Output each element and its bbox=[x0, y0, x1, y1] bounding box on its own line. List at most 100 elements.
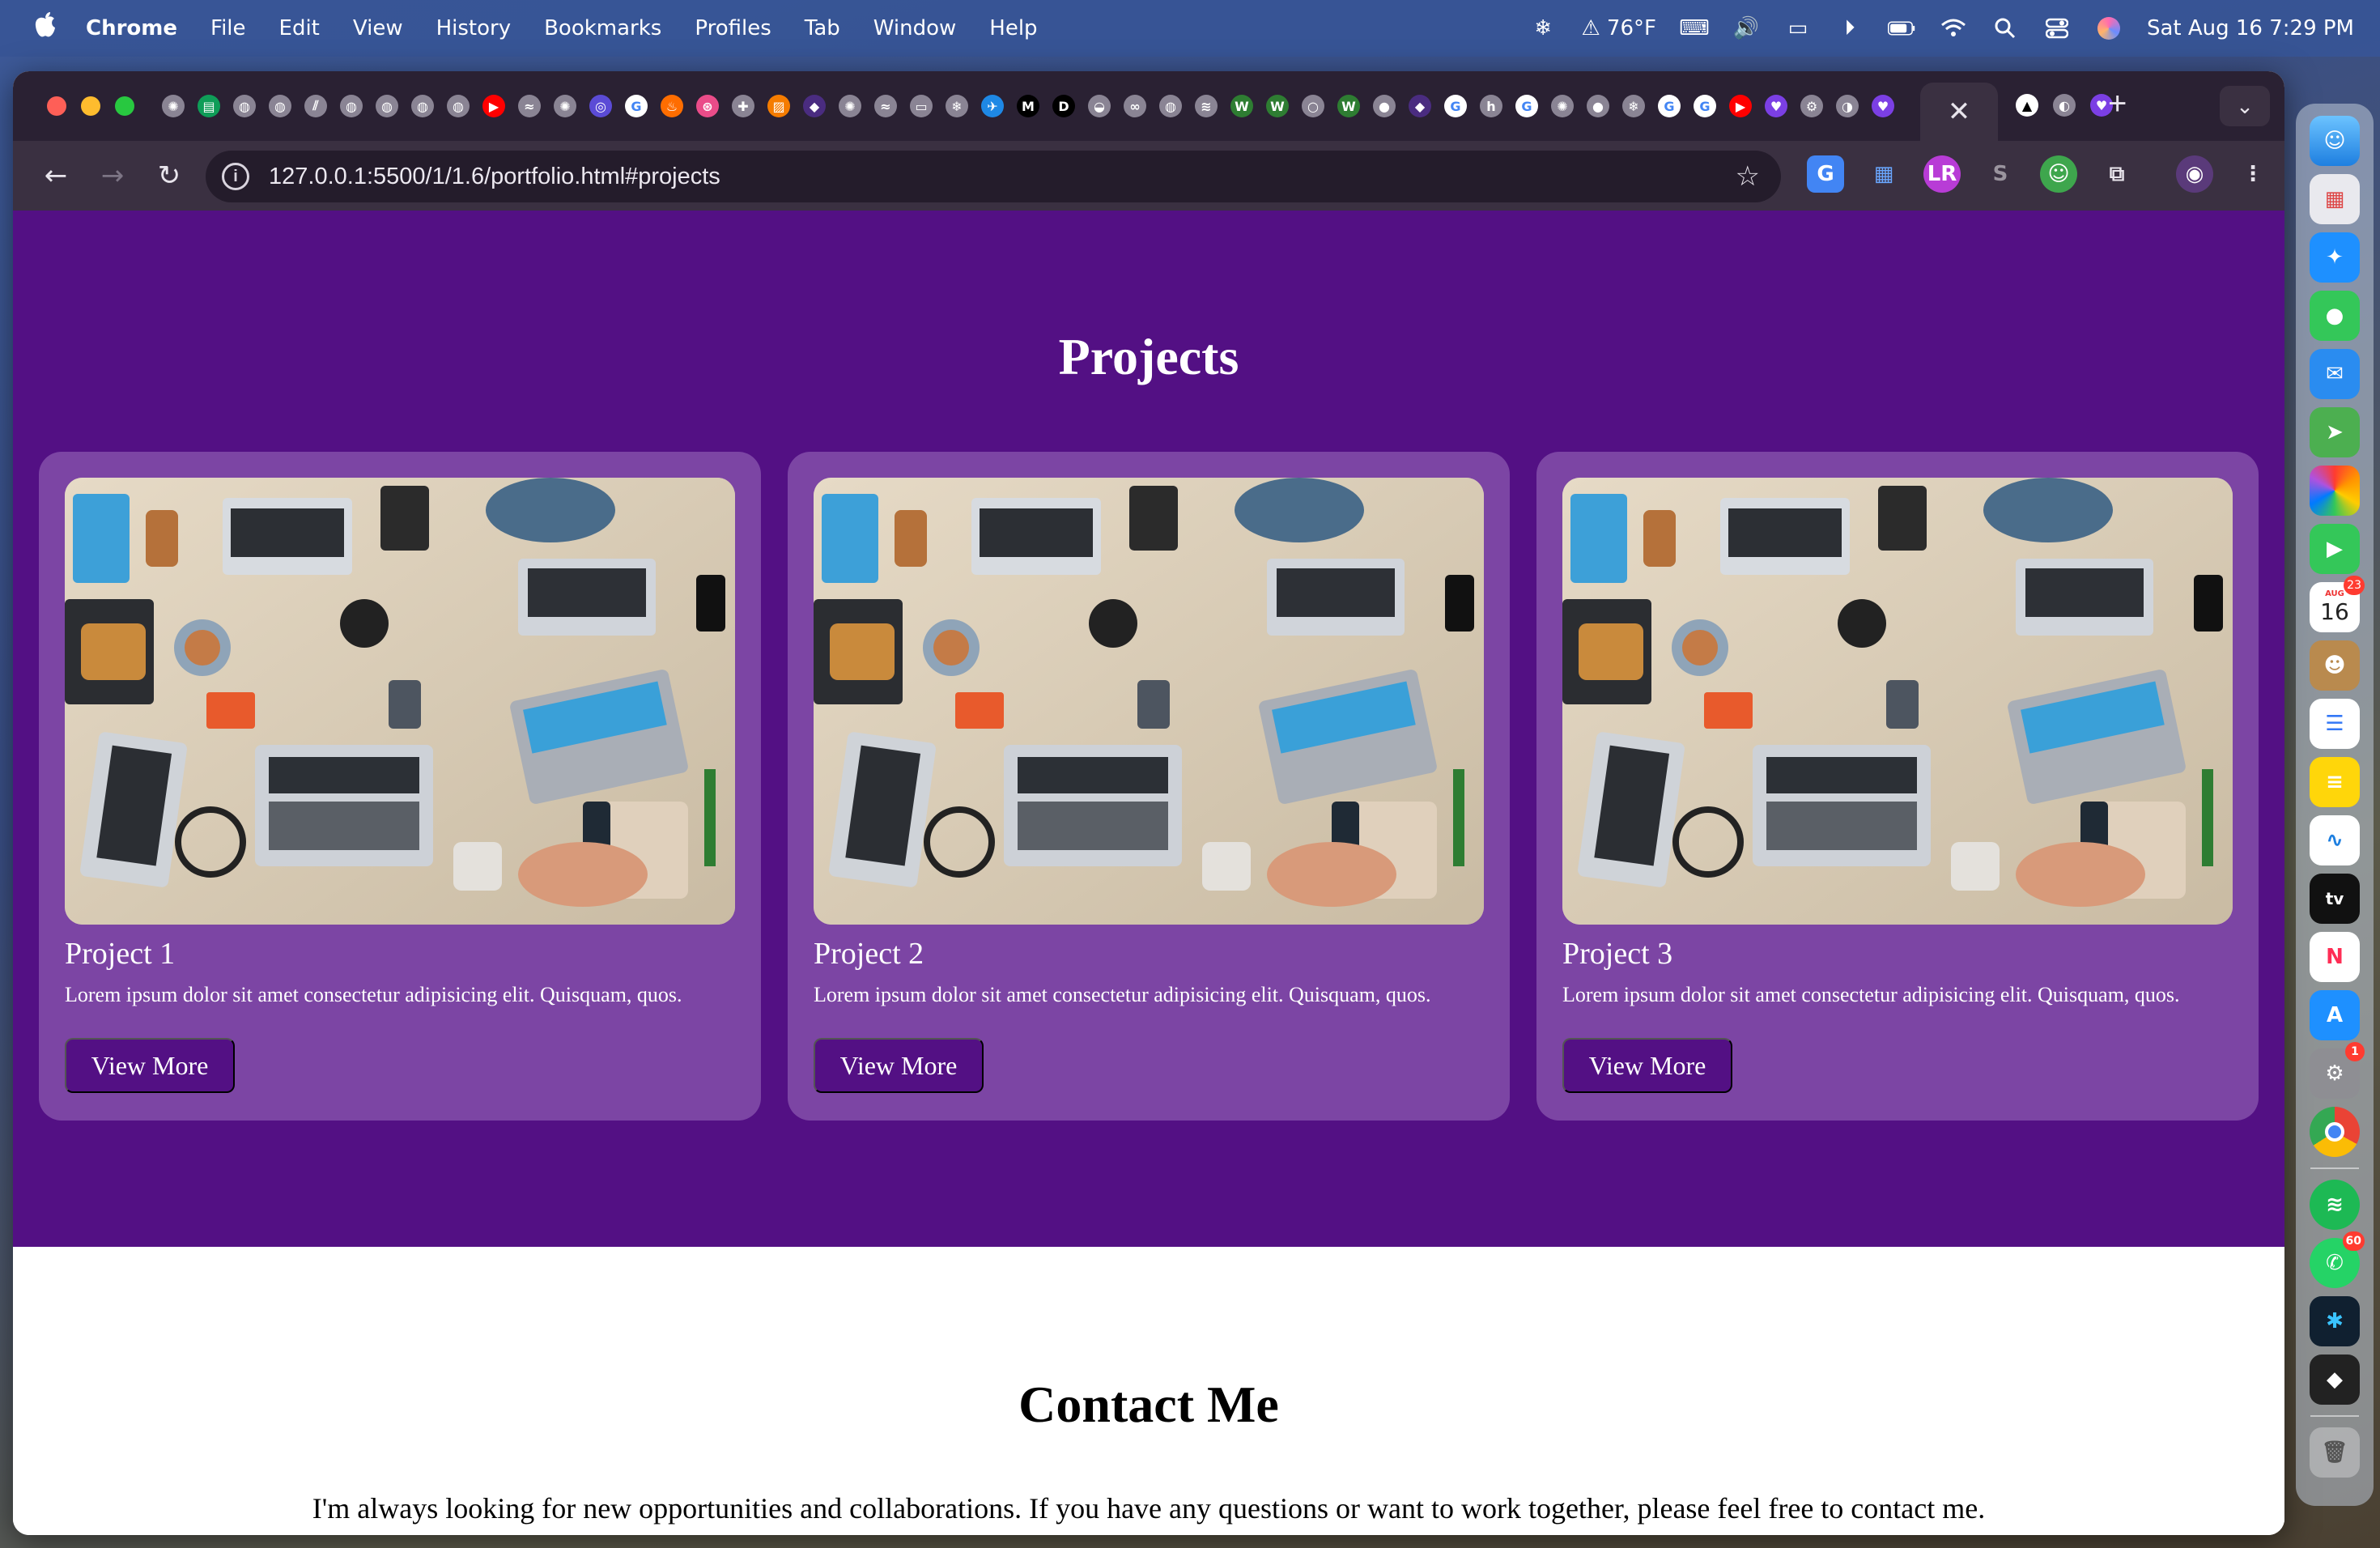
menu-edit[interactable]: Edit bbox=[279, 16, 320, 40]
tab-globe-icon[interactable]: ◍ bbox=[340, 95, 363, 117]
menu-app-chrome[interactable]: Chrome bbox=[86, 16, 177, 40]
tab-globe-icon[interactable]: ◍ bbox=[1159, 95, 1182, 117]
display-icon[interactable]: ▭ bbox=[1784, 16, 1812, 40]
tab-heart-icon[interactable]: ♥ bbox=[1872, 95, 1894, 117]
s-extension-icon[interactable]: S bbox=[1982, 155, 2019, 193]
play-icon[interactable]: ⏵ bbox=[1836, 16, 1864, 40]
system-settings-icon[interactable]: ⚙ 1 bbox=[2310, 1042, 2365, 1099]
tab-globe-icon[interactable]: ◐ bbox=[2053, 94, 2076, 117]
battery-icon[interactable] bbox=[1887, 16, 1915, 40]
tab-stripes-icon[interactable]: ⫽ bbox=[304, 95, 327, 117]
grid-extension-icon[interactable]: ▦ bbox=[1865, 155, 1902, 193]
tab-dribbble-icon[interactable]: ⊛ bbox=[696, 95, 719, 117]
chrome-icon[interactable] bbox=[2310, 1107, 2360, 1157]
tab-google-icon[interactable]: G bbox=[1658, 95, 1681, 117]
menu-bookmarks[interactable]: Bookmarks bbox=[544, 16, 661, 40]
apple-menu-icon[interactable] bbox=[29, 11, 62, 46]
site-info-icon[interactable]: i bbox=[222, 163, 249, 190]
tab-github-icon[interactable]: ● bbox=[1587, 95, 1609, 117]
tab-whale-icon[interactable]: ◒ bbox=[1088, 95, 1111, 117]
tab-heart-icon[interactable]: ♥ bbox=[1765, 95, 1787, 117]
spotlight-search-icon[interactable] bbox=[1991, 16, 2019, 40]
tab-sheets-icon[interactable]: ▤ bbox=[198, 95, 220, 117]
finder-icon[interactable]: ☺ bbox=[2310, 116, 2360, 166]
menu-bar-clock[interactable]: Sat Aug 16 7:29 PM bbox=[2147, 16, 2354, 40]
tab-chatgpt-icon[interactable]: ✺ bbox=[839, 95, 861, 117]
tab-chatgpt-icon[interactable]: ✺ bbox=[1551, 95, 1574, 117]
menu-window[interactable]: Window bbox=[873, 16, 957, 40]
siri-icon[interactable] bbox=[2095, 16, 2123, 40]
view-more-button[interactable]: View More bbox=[814, 1038, 984, 1093]
launchpad-icon[interactable]: ▦ bbox=[2310, 174, 2360, 224]
new-tab-button[interactable]: + bbox=[2108, 86, 2127, 122]
tab-h-icon[interactable]: h bbox=[1480, 95, 1502, 117]
menu-file[interactable]: File bbox=[210, 16, 246, 40]
facetime-icon[interactable]: ▶ bbox=[2310, 524, 2360, 574]
more-menu-icon[interactable]: ⋮ bbox=[2234, 155, 2272, 193]
tab-w-icon[interactable]: W bbox=[1337, 95, 1360, 117]
tab-globe-icon[interactable]: ◍ bbox=[233, 95, 256, 117]
reminders-icon[interactable]: ☰ bbox=[2310, 699, 2360, 749]
lr-extension-icon[interactable]: LR bbox=[1923, 155, 1961, 193]
app-store-icon[interactable]: A bbox=[2310, 990, 2360, 1040]
calendar-icon[interactable]: AUG 16 23 bbox=[2310, 576, 2365, 632]
menu-history[interactable]: History bbox=[436, 16, 512, 40]
address-bar[interactable]: i 127.0.0.1:5500/1/1.6/portfolio.html#pr… bbox=[206, 151, 1781, 202]
photos-icon[interactable] bbox=[2310, 466, 2360, 516]
maximize-window-button[interactable] bbox=[115, 96, 134, 116]
tab-wind-icon[interactable]: ≈ bbox=[518, 95, 541, 117]
close-window-button[interactable] bbox=[47, 96, 66, 116]
tab-fire-icon[interactable]: ♨ bbox=[661, 95, 683, 117]
tab-globe-icon[interactable]: ◍ bbox=[376, 95, 398, 117]
tab-globe-icon[interactable]: ◍ bbox=[411, 95, 434, 117]
box-app-icon[interactable]: ◆ bbox=[2310, 1354, 2360, 1405]
tab-terminal-icon[interactable]: ▭ bbox=[910, 95, 933, 117]
tab-snowflake-icon[interactable]: ❄ bbox=[1622, 95, 1645, 117]
active-tab[interactable]: ✕ bbox=[1920, 83, 1998, 141]
tab-github-icon[interactable]: ● bbox=[1373, 95, 1396, 117]
tab-circle-icon[interactable]: ○ bbox=[1302, 95, 1324, 117]
freeform-icon[interactable]: ∿ bbox=[2310, 815, 2360, 865]
tab-puzzle-icon[interactable]: ✚ bbox=[732, 95, 754, 117]
bookmark-star-icon[interactable]: ☆ bbox=[1736, 160, 1760, 193]
puzzle-extensions-icon[interactable]: ⧉ bbox=[2098, 155, 2136, 193]
tab-photo-icon[interactable]: ▨ bbox=[767, 95, 790, 117]
translate-extension-icon[interactable]: G bbox=[1807, 155, 1844, 193]
tab-search-button[interactable]: ⌄ bbox=[2220, 86, 2270, 126]
url-text[interactable]: 127.0.0.1:5500/1/1.6/portfolio.html#proj… bbox=[269, 164, 720, 190]
back-button[interactable]: ← bbox=[28, 159, 84, 192]
tab-dev-icon[interactable]: D bbox=[1052, 95, 1075, 117]
tab-shield-icon[interactable]: ◆ bbox=[1409, 95, 1431, 117]
snowflake-icon[interactable]: ❄ bbox=[1529, 16, 1557, 40]
tab-layers-icon[interactable]: ≋ bbox=[1195, 95, 1218, 117]
tab-gear-icon[interactable]: ⚙ bbox=[1800, 95, 1823, 117]
tab-globe-icon[interactable]: ◍ bbox=[447, 95, 470, 117]
tab-triangle-icon[interactable]: ▲ bbox=[2016, 94, 2038, 117]
menu-help[interactable]: Help bbox=[989, 16, 1037, 40]
view-more-button[interactable]: View More bbox=[65, 1038, 235, 1093]
menu-profiles[interactable]: Profiles bbox=[695, 16, 771, 40]
keyboard-icon[interactable]: ⌨ bbox=[1679, 16, 1710, 40]
weather-status[interactable]: ⚠ 76°F bbox=[1581, 16, 1656, 40]
apple-tv-icon[interactable]: tv bbox=[2310, 874, 2360, 924]
tab-google-icon[interactable]: G bbox=[1515, 95, 1538, 117]
tab-chatgpt-icon[interactable]: ✺ bbox=[554, 95, 576, 117]
tab-w-icon[interactable]: W bbox=[1230, 95, 1253, 117]
tab-wind-icon[interactable]: ≈ bbox=[874, 95, 897, 117]
minimize-window-button[interactable] bbox=[81, 96, 100, 116]
tab-close-icon[interactable]: ✕ bbox=[1948, 96, 1971, 128]
safari-icon[interactable]: ✦ bbox=[2310, 232, 2360, 283]
menu-view[interactable]: View bbox=[353, 16, 403, 40]
tab-google-icon[interactable]: G bbox=[1694, 95, 1716, 117]
menu-tab[interactable]: Tab bbox=[805, 16, 840, 40]
tab-ring-icon[interactable]: ◎ bbox=[589, 95, 612, 117]
reload-button[interactable]: ↻ bbox=[141, 159, 198, 192]
news-icon[interactable]: N bbox=[2310, 932, 2360, 982]
tab-w-icon[interactable]: W bbox=[1266, 95, 1289, 117]
robot-extension-icon[interactable]: ☺ bbox=[2040, 155, 2077, 193]
forward-button[interactable]: → bbox=[84, 159, 141, 192]
maps-icon[interactable]: ➤ bbox=[2310, 407, 2360, 457]
contacts-icon[interactable]: ☻ bbox=[2310, 640, 2360, 691]
tab-youtube-icon[interactable]: ▶ bbox=[1729, 95, 1752, 117]
messages-icon[interactable]: ● bbox=[2310, 291, 2360, 341]
